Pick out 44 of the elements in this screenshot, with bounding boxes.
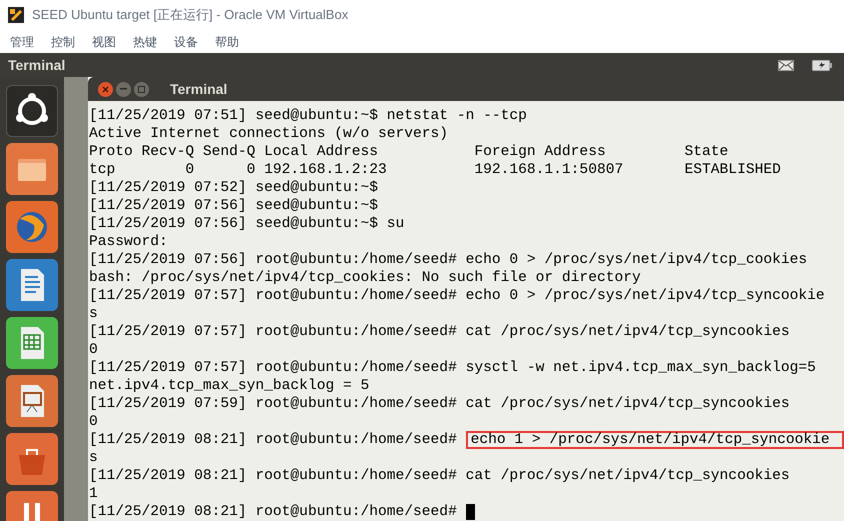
terminal-line: Password: [89,233,168,251]
minimize-button[interactable] [116,82,131,96]
minimize-icon [120,88,127,90]
battery-icon[interactable] [812,60,832,70]
terminal-line: [11/25/2019 07:57] root@ubuntu:/home/seed# sysctl -w net.ipv4.tcp_max_syn_backlog=5 [89,359,816,377]
highlighted-command: echo 1 > /proc/sys/net/ipv4/tcp_syncookie [466,431,844,449]
terminal-line: [11/25/2019 07:57] root@ubuntu:/home/seed# cat /proc/sys/net/ipv4/tcp_syncookies [89,323,790,341]
menu-item[interactable]: 管理 [10,32,34,50]
terminal-line: s [89,449,98,467]
menu-item[interactable]: 控制 [51,32,75,50]
menu-item[interactable]: 视图 [92,32,116,50]
mail-icon[interactable] [778,60,794,70]
terminal-line: [11/25/2019 07:56] root@ubuntu:/home/seed# echo 0 > /proc/sys/net/ipv4/tcp_cookies [89,251,808,269]
terminal-line: Proto Recv-Q Send-Q Local Address Foreign Address State [89,143,728,161]
panel-title: Terminal [8,56,66,74]
close-button[interactable] [98,82,113,96]
app-logo-icon [8,7,24,23]
terminal-line: [11/25/2019 07:59] root@ubuntu:/home/seed# cat /proc/sys/net/ipv4/tcp_syncookies [89,395,790,413]
terminal-line: 0 [89,341,98,359]
terminal-line: Active Internet connections (w/o servers) [89,125,448,143]
maximize-button[interactable] [134,82,149,96]
terminal-line: net.ipv4.tcp_max_syn_backlog = 5 [89,377,370,395]
window-title: SEED Ubuntu target [正在运行] - Oracle VM VirtualBox [32,6,348,24]
menu-item[interactable]: 热键 [133,32,157,50]
terminal-line: [11/25/2019 08:21] root@ubuntu:/home/seed# cat /proc/sys/net/ipv4/tcp_syncookies [89,467,790,485]
menu-item[interactable]: 设备 [174,32,198,50]
terminal-line: 0 [89,413,98,431]
app-icon [24,503,40,521]
terminal-line: [11/25/2019 07:52] seed@ubuntu:~$ [89,179,378,197]
terminal-line: bash: /proc/sys/net/ipv4/tcp_cookies: No such file or directory [89,269,641,287]
terminal-title: Terminal [170,80,228,98]
terminal-line: [11/25/2019 07:56] seed@ubuntu:~$ su [89,215,404,233]
terminal-line: s [89,305,98,323]
launcher-button[interactable] [6,85,58,137]
terminal-line: [11/25/2019 07:56] seed@ubuntu:~$ [89,197,378,215]
terminal-line: [11/25/2019 07:57] root@ubuntu:/home/seed# echo 0 > /proc/sys/net/ipv4/tcp_syncookie [89,287,825,305]
terminal-line: tcp 0 0 192.168.1.2:23 192.168.1.1:50807 ESTABLISHED [89,161,781,179]
terminal-line: [11/25/2019 07:51] seed@ubuntu:~$ netstat -n --tcp [89,107,527,125]
menu-item[interactable]: 帮助 [215,32,239,50]
terminal-line: 1 [89,485,98,503]
terminal-line: [11/25/2019 08:21] root@ubuntu:/home/seed# [89,503,458,521]
close-icon [102,86,109,92]
maximize-icon [138,86,145,92]
terminal-line: [11/25/2019 08:21] root@ubuntu:/home/seed# [89,431,458,449]
